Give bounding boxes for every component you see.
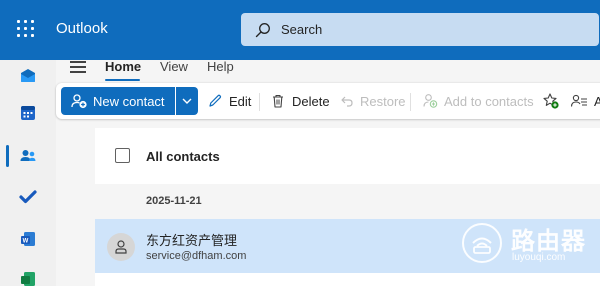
more-actions-button[interactable]: A	[570, 87, 600, 115]
search-box[interactable]: Search	[241, 13, 599, 46]
search-placeholder: Search	[281, 22, 323, 37]
new-contact-dropdown[interactable]	[176, 87, 198, 115]
calendar-icon	[21, 106, 35, 120]
edit-button[interactable]: Edit	[207, 87, 251, 115]
rail-item-people[interactable]	[12, 140, 44, 172]
avatar	[107, 233, 135, 261]
restore-button[interactable]: Restore	[340, 87, 406, 115]
more-actions-label: A	[594, 93, 600, 109]
tab-home[interactable]: Home	[105, 59, 141, 74]
edit-label: Edit	[229, 93, 252, 109]
trash-icon	[273, 94, 283, 108]
list-title: All contacts	[146, 149, 220, 164]
add-person-icon	[423, 94, 438, 108]
header-bar: Outlook Search	[0, 0, 600, 60]
ribbon-divider	[259, 93, 260, 111]
pencil-icon	[209, 94, 222, 107]
delete-label: Delete	[292, 93, 330, 109]
watermark: 路由器 luyouqi.com	[462, 221, 600, 266]
restore-label: Restore	[360, 93, 406, 109]
active-tab-indicator	[105, 79, 140, 81]
svg-text:W: W	[23, 239, 29, 245]
tab-view[interactable]: View	[160, 59, 188, 74]
rail-item-calendar[interactable]	[12, 97, 44, 129]
add-to-favorites-button[interactable]	[542, 87, 566, 115]
group-header: 2025-11-21	[95, 184, 600, 219]
rail-item-word[interactable]: W	[12, 223, 44, 255]
router-logo-icon	[462, 223, 502, 263]
undo-icon	[341, 96, 353, 107]
add-to-contacts-button[interactable]: Add to contacts	[422, 87, 534, 115]
new-contact-button[interactable]: New contact	[61, 87, 175, 115]
mail-icon	[21, 69, 35, 82]
people-icon	[20, 150, 36, 161]
ribbon-toolbar: New contact Edit Delete Restore Add to c…	[56, 83, 600, 119]
rail-item-todo[interactable]	[12, 181, 44, 213]
add-to-contacts-label: Add to contacts	[444, 93, 534, 109]
chevron-down-icon	[182, 98, 192, 104]
delete-button[interactable]: Delete	[270, 87, 330, 115]
menu-toggle-icon[interactable]	[70, 61, 86, 73]
watermark-title: 路由器	[511, 228, 586, 255]
contact-name: 东方红资产管理	[146, 233, 238, 248]
rail-item-excel[interactable]	[12, 263, 44, 286]
person-list-icon	[570, 94, 587, 107]
rail-active-indicator	[6, 145, 9, 167]
checkmark-icon	[19, 190, 37, 204]
watermark-subtitle: luyouqi.com	[512, 252, 566, 263]
search-icon	[255, 23, 270, 38]
app-title: Outlook	[56, 20, 108, 37]
add-person-icon	[71, 94, 87, 109]
select-all-checkbox[interactable]	[115, 148, 130, 163]
app-rail: W	[0, 60, 56, 286]
star-add-icon	[543, 93, 559, 109]
excel-icon	[21, 272, 35, 286]
rail-item-mail[interactable]	[12, 60, 44, 92]
person-icon	[115, 240, 127, 254]
group-date: 2025-11-21	[146, 195, 202, 207]
ribbon-divider	[410, 93, 411, 111]
app-launcher-icon[interactable]	[17, 20, 35, 38]
new-contact-label: New contact	[93, 94, 165, 109]
contact-email: service@dfham.com	[146, 250, 247, 262]
list-header: All contacts	[95, 128, 600, 184]
tab-help[interactable]: Help	[207, 59, 234, 74]
word-icon: W	[21, 232, 35, 246]
